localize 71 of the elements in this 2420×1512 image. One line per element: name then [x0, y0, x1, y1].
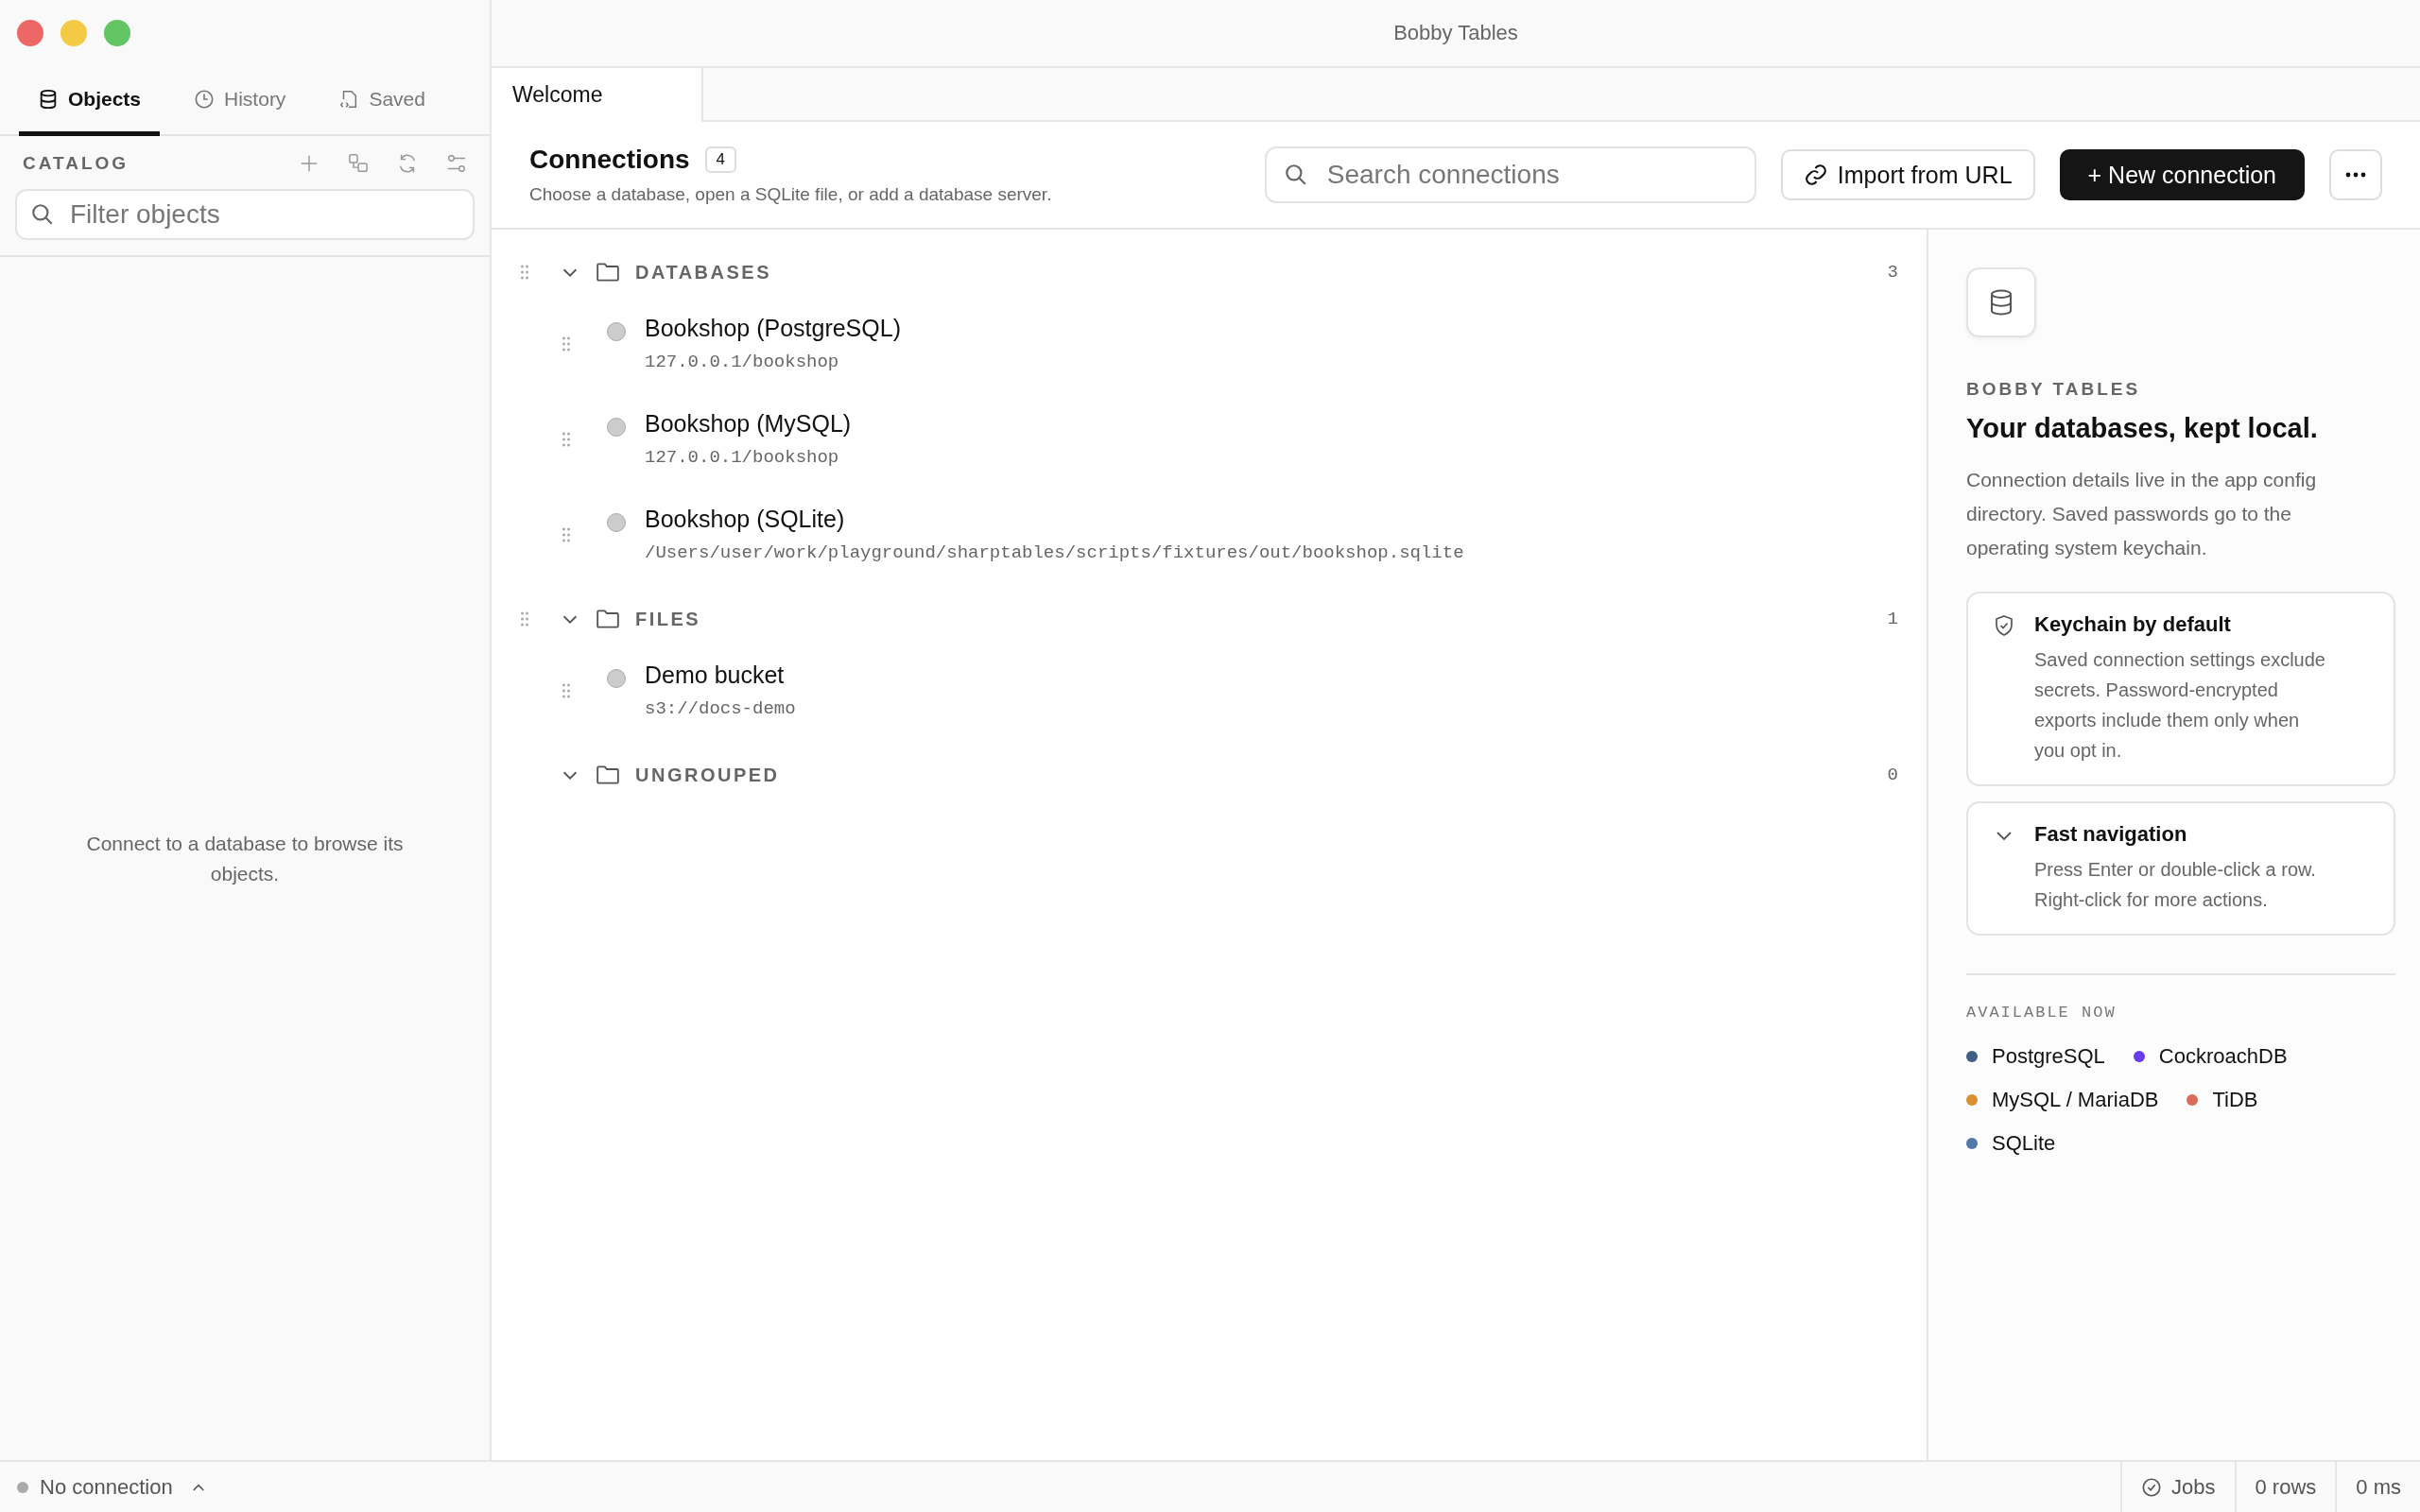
connection-address: 127.0.0.1/bookshop	[645, 447, 840, 468]
sidebar-tab[interactable]: Objects	[19, 66, 161, 136]
panel-heading: Your databases, kept local.	[1966, 413, 2319, 444]
group-count: 1	[1887, 609, 1898, 629]
close-window-button[interactable]	[17, 20, 43, 46]
connection-address: 127.0.0.1/bookshop	[645, 352, 840, 372]
minimize-window-button[interactable]	[60, 20, 87, 46]
engine-name: MySQL / MariaDB	[1992, 1088, 2159, 1113]
connection-name[interactable]: Bookshop (PostgreSQL)	[645, 315, 901, 342]
sidebar-tab[interactable]: History	[175, 66, 305, 136]
catalog-heading: CATALOG	[23, 153, 130, 174]
group-count: 0	[1887, 765, 1898, 785]
drag-handle-icon[interactable]	[562, 682, 571, 698]
group-count: 3	[1887, 262, 1898, 283]
card-title: Keychain by default	[2034, 612, 2232, 638]
add-icon[interactable]	[299, 153, 320, 174]
card-text: Press Enter or double-click a row. Right-click for more actions.	[2034, 858, 2317, 913]
connection-name[interactable]: Demo bucket	[645, 662, 796, 689]
connection-name[interactable]: Bookshop (SQLite)	[645, 506, 1464, 533]
query-time: 0 ms	[2356, 1474, 2401, 1500]
window-title: Bobby Tables	[1393, 21, 1518, 45]
sliders-icon[interactable]	[446, 153, 467, 174]
drag-handle-icon[interactable]	[562, 431, 571, 447]
search-icon	[1283, 163, 1308, 187]
link-icon	[1803, 163, 1828, 187]
sidebar-tab[interactable]: Saved	[320, 66, 444, 136]
import-from-url-button[interactable]: Import from URL	[1780, 149, 2035, 200]
card-title: Fast navigation	[2034, 822, 2188, 848]
empty-state-message: Connect to a database to browse its objects.	[85, 832, 405, 886]
more-button[interactable]	[2329, 149, 2382, 200]
row-count: 0 rows	[2255, 1474, 2317, 1500]
shield-check-icon	[1993, 614, 2015, 638]
drag-handle-icon[interactable]	[520, 265, 529, 280]
filter-field[interactable]: Filter objects	[15, 189, 475, 240]
drag-handle-icon[interactable]	[520, 611, 529, 627]
drag-handle-icon[interactable]	[562, 526, 571, 542]
connection-address: s3://docs-demo	[645, 698, 796, 719]
editor-tab[interactable]: Welcome	[492, 68, 703, 122]
connection-count: 4	[704, 146, 737, 173]
panel-description: Connection details live in the app config directory. Saved passwords go to the operating system keychain.	[1966, 468, 2318, 561]
zoom-window-button[interactable]	[104, 20, 130, 46]
search-field[interactable]: Search connections	[1264, 146, 1756, 203]
engine-name: SQLite	[1992, 1131, 2056, 1157]
drag-handle-icon[interactable]	[562, 335, 571, 352]
group-name[interactable]: FILES	[635, 608, 1888, 630]
folder-icon	[596, 763, 620, 787]
engine-name: PostgreSQL	[1992, 1044, 2105, 1070]
group-name[interactable]: UNGROUPED	[635, 764, 1888, 786]
check-circle-icon	[2141, 1476, 2163, 1498]
connections-heading: Connections	[529, 145, 690, 175]
database-icon	[38, 88, 59, 110]
connection-status-button[interactable]: No connection	[0, 1474, 207, 1500]
folder-icon	[596, 260, 620, 284]
connection-address: /Users/user/work/playground/sharptables/scripts/fixtures/out/bookshop.sqlite	[645, 542, 1464, 563]
card-text: Saved connection settings exclude secrets. Password-encrypted exports include them only when you opt in.	[2034, 648, 2326, 764]
more-icon	[2344, 172, 2367, 178]
shapes-icon[interactable]	[348, 153, 369, 174]
search-icon	[30, 202, 55, 227]
app-name: BOBBY TABLES	[1966, 379, 2142, 400]
new-connection-button[interactable]: + New connection	[2059, 149, 2305, 200]
connection-name[interactable]: Bookshop (MySQL)	[645, 410, 852, 438]
folder-icon	[596, 607, 620, 631]
available-now-heading: AVAILABLE NOW	[1966, 1004, 2118, 1022]
status-dot	[17, 1481, 28, 1493]
engine-name: CockroachDB	[2158, 1044, 2288, 1070]
clock-icon	[194, 88, 216, 110]
engine-name: TiDB	[2212, 1088, 2258, 1113]
group-name[interactable]: DATABASES	[635, 261, 1888, 284]
refresh-icon[interactable]	[397, 153, 418, 174]
jobs-button[interactable]: Jobs	[2120, 1462, 2235, 1512]
connections-subtitle: Choose a database, open a SQLite file, or add a database server.	[529, 184, 1053, 205]
